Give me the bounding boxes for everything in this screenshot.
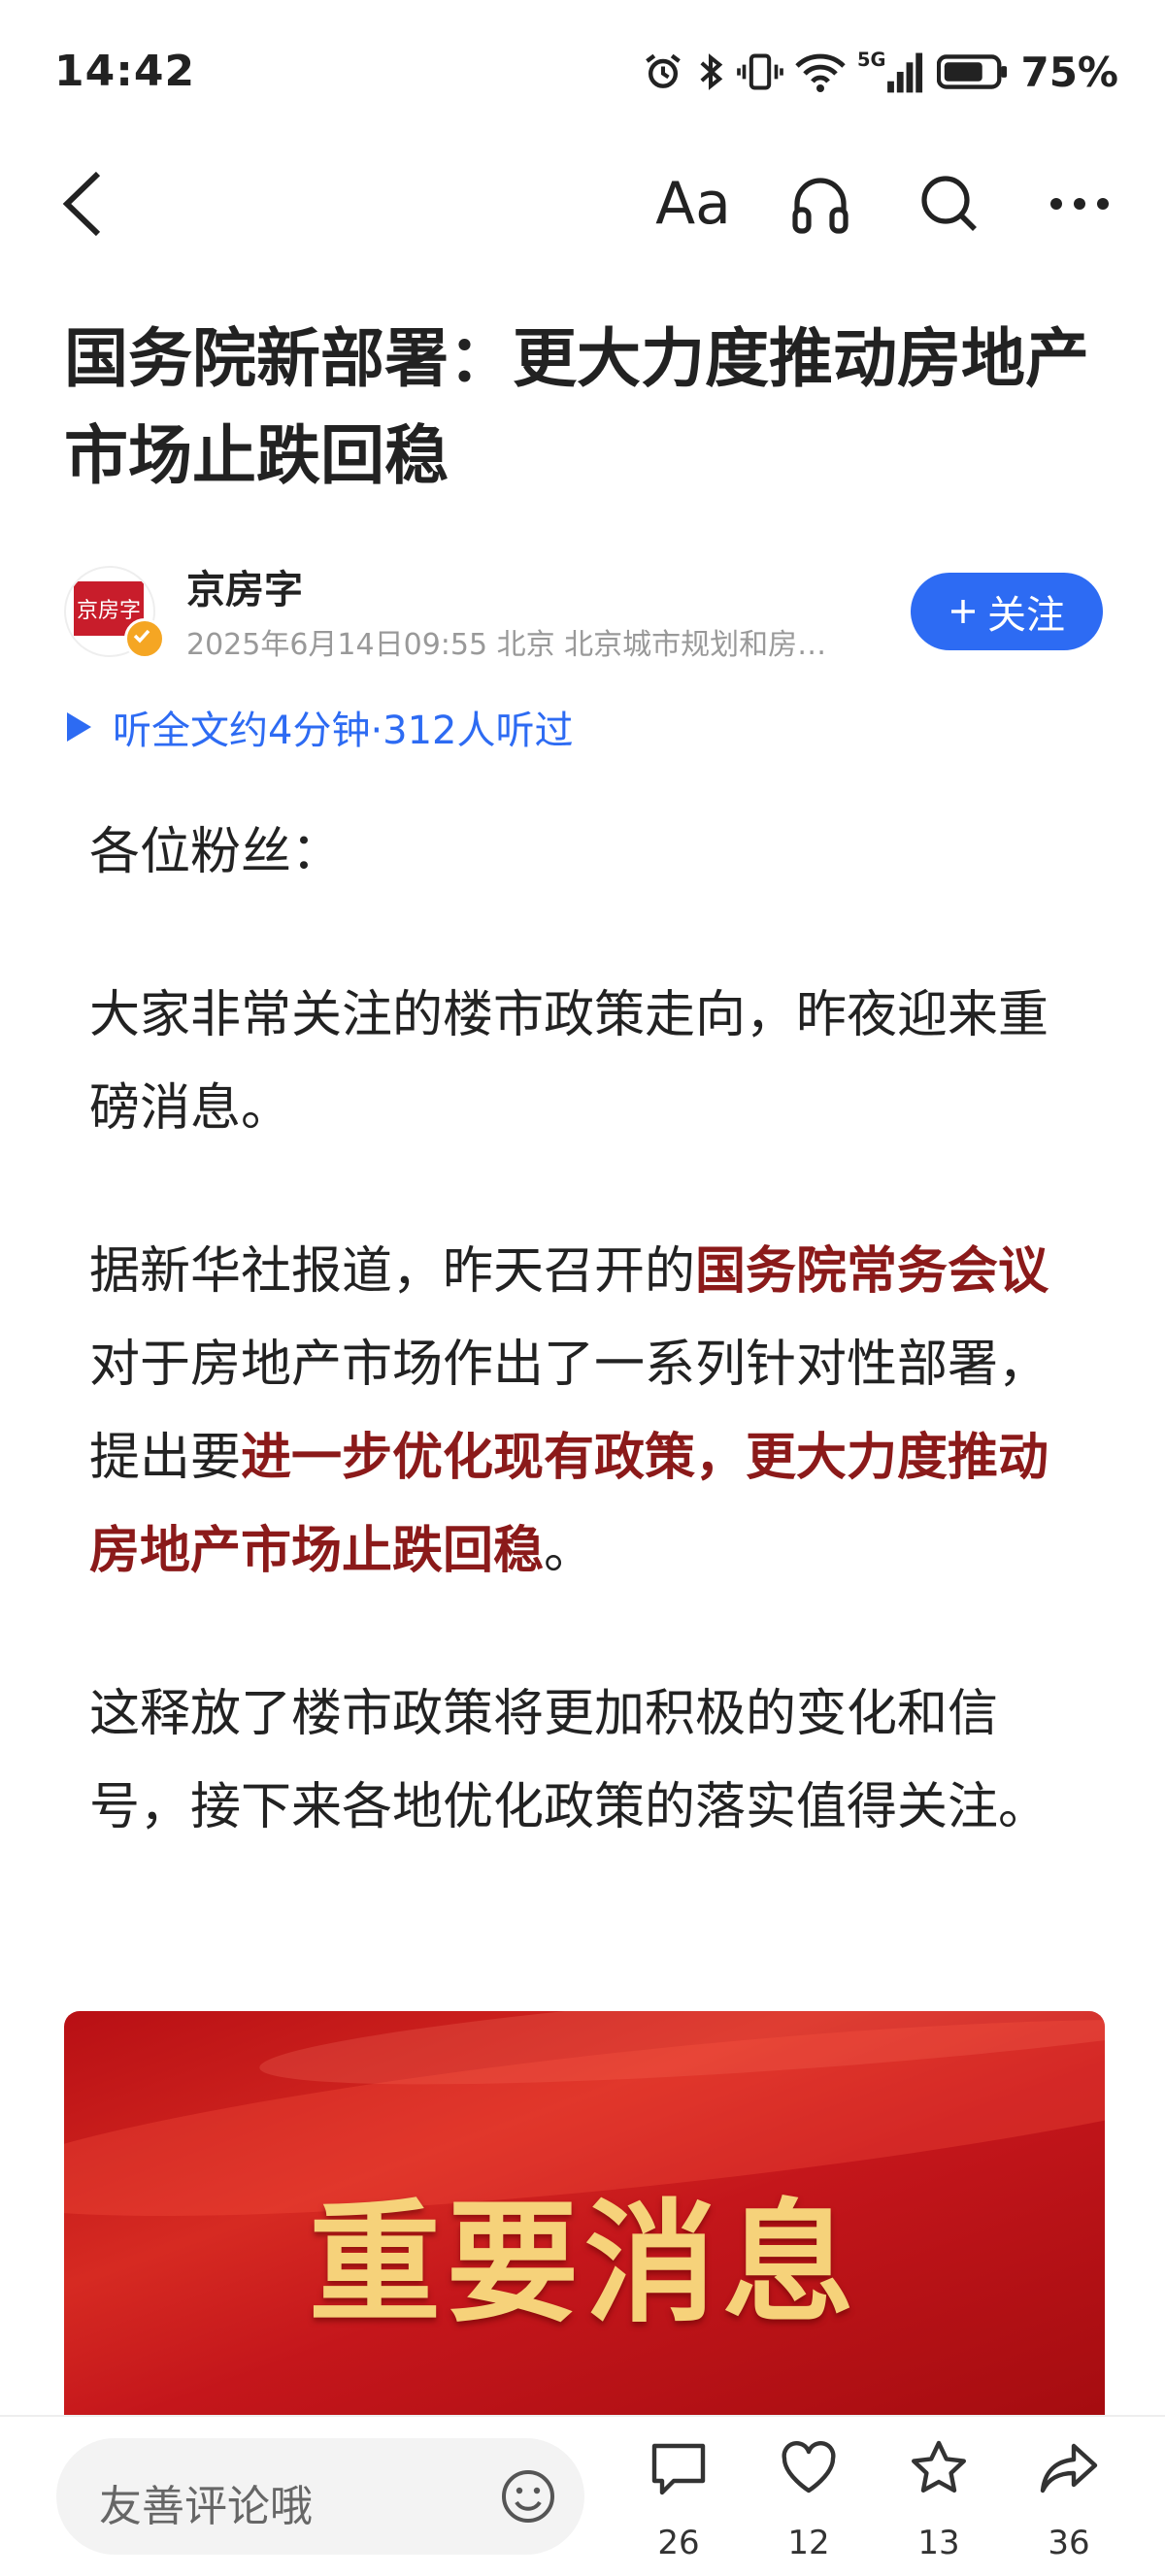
share-count: 36 — [1048, 2524, 1090, 2562]
font-size-button[interactable]: Aa — [645, 155, 742, 252]
star-icon — [912, 2440, 966, 2493]
font-size-label: Aa — [655, 170, 731, 238]
bottom-action-bar: 友善评论哦 26 12 13 36 — [0, 2415, 1165, 2576]
plus-icon — [951, 600, 975, 623]
paragraph: 据新华社报道，昨天召开的国务院常务会议对于房地产市场作出了一系列针对性部署，提出… — [89, 1225, 1080, 1598]
more-icon — [1050, 198, 1109, 210]
top-navigation: Aa — [0, 146, 1165, 262]
search-icon — [921, 176, 977, 231]
article-title: 国务院新部署：更大力度推动房地产市场止跌回稳 — [64, 321, 1089, 493]
highlighted-text: 国务院常务会议 — [695, 1242, 1049, 1301]
back-button[interactable] — [35, 155, 132, 252]
emoji-icon[interactable] — [499, 2467, 557, 2526]
bluetooth-icon — [700, 53, 723, 90]
favorite-count: 13 — [917, 2524, 960, 2562]
comment-count: 26 — [657, 2524, 700, 2562]
wifi-icon — [795, 53, 847, 92]
article-body: 各位粉丝： 大家非常关注的楼市政策走向，昨夜迎来重磅消息。 据新华社报道，昨天召… — [89, 806, 1080, 1924]
heart-icon — [782, 2441, 836, 2493]
listen-button[interactable] — [772, 155, 869, 252]
comment-placeholder: 友善评论哦 — [99, 2482, 313, 2531]
follow-label: 关注 — [987, 593, 1065, 638]
share-icon — [1040, 2443, 1098, 2493]
paragraph: 各位粉丝： — [89, 823, 343, 881]
comment-icon — [651, 2443, 706, 2495]
like-count: 12 — [787, 2524, 830, 2562]
status-bar: 14:42 5G 75% — [0, 0, 1165, 146]
verified-badge-icon — [124, 618, 165, 659]
follow-button[interactable]: 关注 — [911, 573, 1103, 650]
share-button[interactable]: 36 — [1015, 2438, 1122, 2564]
battery-percentage: 75% — [1020, 48, 1118, 96]
author-name[interactable]: 京房字 — [186, 558, 303, 614]
svg-text:5G: 5G — [857, 49, 885, 71]
favorite-button[interactable]: 13 — [885, 2438, 992, 2564]
alarm-icon — [646, 53, 682, 88]
back-arrow-icon — [62, 171, 101, 237]
publish-meta: 2025年6月14日09:55 北京 北京城市规划和房… — [186, 628, 827, 662]
play-icon — [67, 712, 91, 742]
author-row: 京房字 京房字 2025年6月14日09:55 北京 北京城市规划和房… 关注 — [64, 558, 1103, 665]
status-icons: 5G 75% — [642, 45, 1118, 99]
status-time: 14:42 — [54, 47, 196, 96]
search-button[interactable] — [901, 155, 998, 252]
cellular-5g-icon: 5G — [857, 49, 923, 93]
like-button[interactable]: 12 — [755, 2438, 862, 2564]
headphones-icon — [792, 178, 849, 234]
banner-title: 重要消息 — [309, 2186, 860, 2341]
paragraph: 大家非常关注的楼市政策走向，昨夜迎来重磅消息。 — [89, 986, 1049, 1138]
more-button[interactable] — [1031, 155, 1128, 252]
paragraph-text: 。 — [544, 1522, 595, 1580]
listen-full-text[interactable]: 听全文约4分钟·312人听过 — [64, 699, 574, 755]
comment-button[interactable]: 26 — [625, 2438, 732, 2564]
paragraph: 这释放了楼市政策将更加积极的变化和信号，接下来各地优化政策的落实值得关注。 — [89, 1685, 1049, 1836]
comment-input[interactable]: 友善评论哦 — [56, 2438, 584, 2555]
battery-icon — [937, 54, 1008, 89]
vibrate-icon — [737, 53, 784, 90]
article-image-banner[interactable]: 重要消息 — [64, 2011, 1105, 2419]
paragraph-text: 据新华社报道，昨天召开的 — [89, 1242, 696, 1301]
listen-info: 听全文约4分钟·312人听过 — [113, 709, 574, 753]
